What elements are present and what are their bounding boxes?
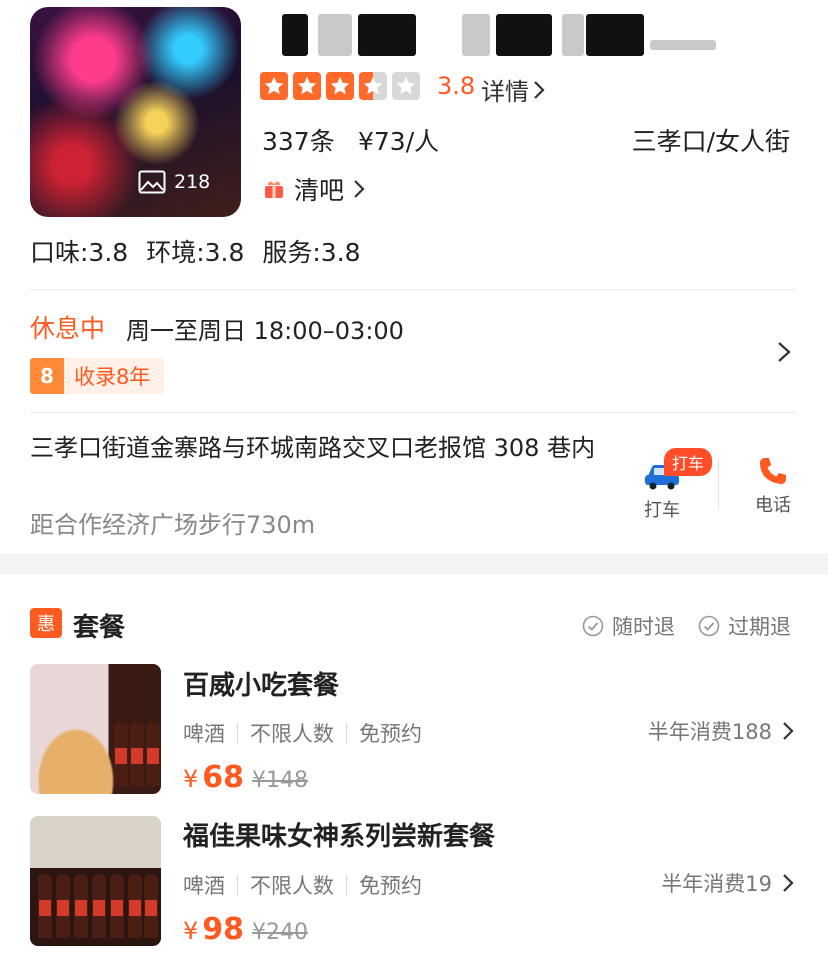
original-price: ¥240 [252,920,309,945]
deal-image [30,664,161,794]
review-count[interactable]: 337条 [262,122,335,158]
deal-image [30,816,161,946]
chevron-right-icon [534,80,545,99]
sub-scores: 口味:3.8 环境:3.8 服务:3.8 [30,233,361,269]
deal-price: ¥ 98 ¥240 [183,912,309,947]
deal-price: ¥ 68 ¥148 [183,760,309,795]
deal-sales: 半年消费188 [648,716,794,746]
shop-category[interactable]: 清吧 [262,171,366,207]
star-icon [293,72,321,100]
shop-cover-photo[interactable]: 218 [30,7,241,217]
star-empty-icon [392,72,420,100]
service-score: 服务:3.8 [262,238,361,267]
deal-sales: 半年消费19 [661,868,794,898]
taste-score: 口味:3.8 [30,238,129,267]
phone-icon [760,458,786,484]
section-gap [0,553,828,575]
chevron-right-icon [783,874,794,892]
chevron-right-icon[interactable] [776,340,792,364]
check-circle-icon [698,615,720,637]
section-title: 套餐 [73,613,126,643]
star-icon [260,72,288,100]
listed-years-badge: 8 收录8年 [30,358,165,394]
chevron-right-icon [783,722,794,740]
refund-anytime-policy: 随时退 [582,611,675,641]
image-icon [138,170,166,194]
deal-title: 百威小吃套餐 [183,671,340,701]
check-circle-icon [582,615,604,637]
walking-distance: 距合作经济广场步行730m [30,511,316,539]
open-status: 休息中 [30,314,106,343]
deal-tags: 啤酒 不限人数 免预约 [183,722,422,746]
star-icon [326,72,354,100]
taxi-badge: 打车 [664,448,713,476]
phone-button[interactable]: 电话 [742,455,804,517]
divider [30,412,796,413]
rating-detail-link[interactable]: 详情 [481,72,545,107]
star-half-icon [359,72,387,100]
chevron-right-icon [354,180,365,198]
environment-score: 环境:3.8 [146,238,245,267]
photo-count: 218 [138,165,210,199]
business-area: 三孝口/女人街 [631,127,790,156]
rating-stars [260,72,420,100]
shop-address[interactable]: 三孝口街道金寨路与环城南路交叉口老报馆 308 巷内 [30,433,610,464]
deal-title: 福佳果味女神系列尝新套餐 [183,822,496,852]
discount-icon: 惠 [30,608,62,638]
deal-tags: 啤酒 不限人数 免预约 [183,874,422,898]
gift-icon [265,181,283,198]
price-per-person: ¥73/人 [358,127,440,156]
original-price: ¥148 [252,768,309,793]
divider [30,289,796,290]
divider [718,458,719,510]
business-hours: 周一至周日 18:00–03:00 [126,317,404,345]
refund-expired-policy: 过期退 [698,611,791,641]
rating-score: 3.8 [437,72,476,100]
